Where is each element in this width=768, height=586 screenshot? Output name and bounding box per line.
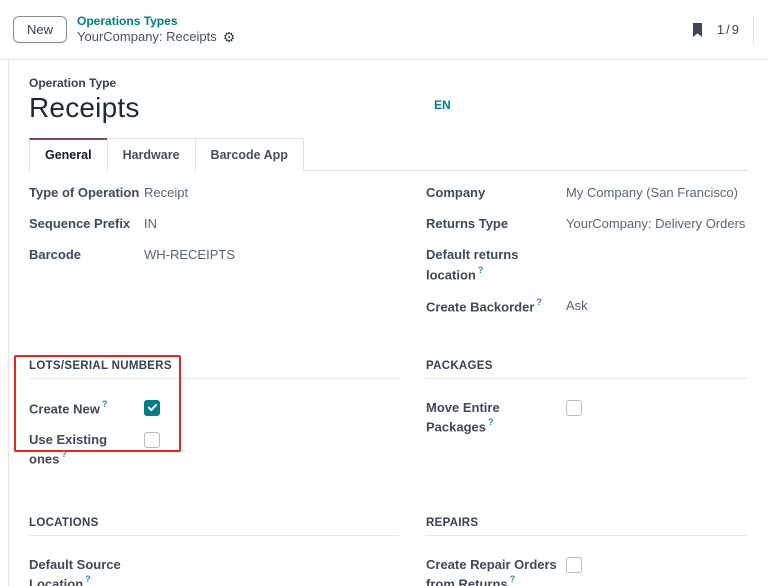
control-panel-right: 1/9 bbox=[690, 16, 754, 44]
field-returns-type: Returns Type YourCompany: Delivery Order… bbox=[426, 215, 748, 233]
field-label: Returns Type bbox=[426, 215, 566, 233]
field-label: Use Existing ones? bbox=[29, 431, 144, 469]
field-default-source-location: Default Source Location? bbox=[29, 556, 399, 586]
tab-general[interactable]: General bbox=[29, 138, 108, 171]
field-barcode: Barcode WH-RECEIPTS bbox=[29, 246, 399, 264]
help-icon[interactable]: ? bbox=[510, 574, 516, 584]
field-value[interactable]: YourCompany: Delivery Orders bbox=[566, 215, 745, 233]
field-move-entire-packages: Move Entire Packages? bbox=[426, 399, 748, 437]
translation-badge[interactable]: EN bbox=[434, 98, 451, 112]
use-existing-checkbox[interactable] bbox=[144, 432, 160, 448]
section-locations: LOCATIONS Default Source Location? Defau… bbox=[29, 517, 399, 586]
gear-icon[interactable]: ⚙ bbox=[223, 30, 236, 44]
tab-hardware[interactable]: Hardware bbox=[107, 138, 196, 171]
move-entire-packages-checkbox[interactable] bbox=[566, 400, 582, 416]
help-icon[interactable]: ? bbox=[536, 297, 542, 307]
breadcrumb-current: YourCompany: Receipts bbox=[77, 29, 217, 45]
field-create-repair-orders: Create Repair Orders from Returns? bbox=[426, 556, 748, 586]
help-icon[interactable]: ? bbox=[102, 399, 108, 409]
page-title[interactable]: Receipts bbox=[29, 92, 748, 124]
bookmark-icon[interactable] bbox=[690, 22, 705, 38]
toolbar-divider bbox=[753, 16, 754, 44]
field-label: Sequence Prefix bbox=[29, 215, 144, 233]
field-label: Move Entire Packages? bbox=[426, 399, 566, 437]
create-repair-orders-checkbox[interactable] bbox=[566, 557, 582, 573]
field-default-returns-location: Default returns location? bbox=[426, 246, 748, 284]
form-sheet: Operation Type Receipts EN General Hardw… bbox=[8, 60, 768, 586]
field-value[interactable]: Ask bbox=[566, 297, 588, 315]
breadcrumb: Operations Types YourCompany: Receipts ⚙ bbox=[77, 14, 235, 45]
field-sequence-prefix: Sequence Prefix IN bbox=[29, 215, 399, 233]
field-create-backorder: Create Backorder? Ask bbox=[426, 297, 748, 317]
help-icon[interactable]: ? bbox=[85, 574, 91, 584]
create-new-checkbox[interactable] bbox=[144, 400, 160, 416]
field-label: Default returns location? bbox=[426, 246, 566, 284]
field-company: Company My Company (San Francisco) bbox=[426, 184, 748, 202]
field-value[interactable]: WH-RECEIPTS bbox=[144, 246, 235, 264]
field-label: Type of Operation bbox=[29, 184, 144, 202]
section-title: PACKAGES bbox=[426, 360, 748, 379]
field-label: Default Source Location? bbox=[29, 556, 144, 586]
help-icon[interactable]: ? bbox=[61, 449, 67, 459]
tab-barcode-app[interactable]: Barcode App bbox=[195, 138, 304, 171]
field-value[interactable]: My Company (San Francisco) bbox=[566, 184, 738, 202]
breadcrumb-parent-link[interactable]: Operations Types bbox=[77, 14, 235, 29]
field-label: Company bbox=[426, 184, 566, 202]
new-button[interactable]: New bbox=[13, 16, 67, 43]
field-value[interactable]: IN bbox=[144, 215, 157, 233]
top-right-fields: Company My Company (San Francisco) Retur… bbox=[426, 184, 748, 330]
control-panel: New Operations Types YourCompany: Receip… bbox=[0, 0, 768, 60]
record-type-label: Operation Type bbox=[29, 76, 748, 90]
field-value[interactable]: Receipt bbox=[144, 184, 188, 202]
section-packages: PACKAGES Move Entire Packages? bbox=[426, 360, 748, 482]
field-label: Barcode bbox=[29, 246, 144, 264]
section-title: REPAIRS bbox=[426, 517, 748, 536]
field-type-of-operation: Type of Operation Receipt bbox=[29, 184, 399, 202]
help-icon[interactable]: ? bbox=[488, 417, 494, 427]
field-use-existing-ones: Use Existing ones? bbox=[29, 431, 399, 469]
tab-bar: General Hardware Barcode App bbox=[29, 138, 748, 171]
field-label: Create New? bbox=[29, 399, 144, 419]
section-title: LOCATIONS bbox=[29, 517, 399, 536]
top-left-fields: Type of Operation Receipt Sequence Prefi… bbox=[29, 184, 399, 330]
field-label: Create Repair Orders from Returns? bbox=[426, 556, 566, 586]
field-label: Create Backorder? bbox=[426, 297, 566, 317]
help-icon[interactable]: ? bbox=[478, 265, 484, 275]
field-create-new: Create New? bbox=[29, 399, 399, 419]
section-title: LOTS/SERIAL NUMBERS bbox=[29, 360, 399, 379]
pager: 1/9 bbox=[717, 22, 741, 37]
section-lots-serial-numbers: LOTS/SERIAL NUMBERS Create New? Use Exis… bbox=[29, 360, 399, 482]
section-repairs: REPAIRS Create Repair Orders from Return… bbox=[426, 517, 748, 586]
